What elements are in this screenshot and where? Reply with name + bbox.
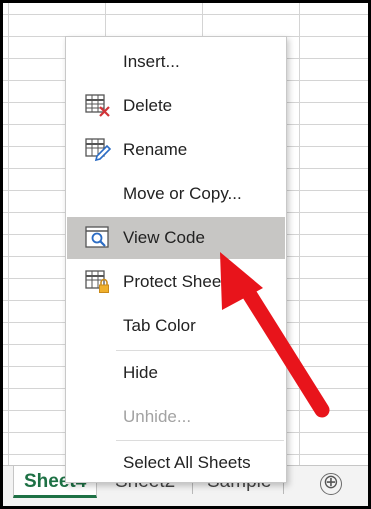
- sheet-context-menu: Insert... Delete Rename Move or Copy... …: [65, 36, 287, 483]
- menu-item-view-code[interactable]: View Code: [67, 217, 285, 259]
- menu-item-label: Move or Copy...: [123, 184, 242, 203]
- menu-item-rename[interactable]: Rename: [67, 129, 285, 171]
- menu-item-label: Protect Sheet: [123, 272, 227, 291]
- menu-item-label: Select All Sheets: [123, 453, 251, 472]
- delete-sheet-icon: [85, 94, 111, 118]
- menu-item-move-or-copy[interactable]: Move or Copy...: [67, 173, 285, 215]
- menu-item-label: Tab Color: [123, 316, 196, 335]
- menu-item-select-all-sheets[interactable]: Select All Sheets: [67, 442, 285, 484]
- menu-item-label: Insert...: [123, 52, 180, 71]
- excel-window: Sheet4 Sheet2 Sample ⊕ Insert...: [3, 3, 368, 506]
- menu-divider: [116, 350, 284, 351]
- menu-divider: [116, 440, 284, 441]
- menu-item-label: Unhide...: [123, 407, 192, 426]
- view-code-icon: [85, 226, 111, 250]
- add-sheet-icon[interactable]: ⊕: [320, 473, 342, 495]
- menu-item-hide[interactable]: Hide: [67, 352, 285, 394]
- menu-item-insert[interactable]: Insert...: [67, 41, 285, 83]
- rename-sheet-icon: [85, 138, 112, 162]
- menu-item-label: Delete: [123, 96, 173, 115]
- menu-item-unhide: Unhide...: [67, 396, 285, 438]
- menu-item-label: View Code: [123, 228, 205, 247]
- menu-item-label: Hide: [123, 363, 158, 382]
- protect-sheet-icon: [85, 270, 111, 294]
- menu-item-protect-sheet[interactable]: Protect Sheet: [67, 261, 285, 303]
- menu-item-delete[interactable]: Delete: [67, 85, 285, 127]
- menu-item-tab-color[interactable]: Tab Color: [67, 305, 285, 347]
- menu-item-label: Rename: [123, 140, 188, 159]
